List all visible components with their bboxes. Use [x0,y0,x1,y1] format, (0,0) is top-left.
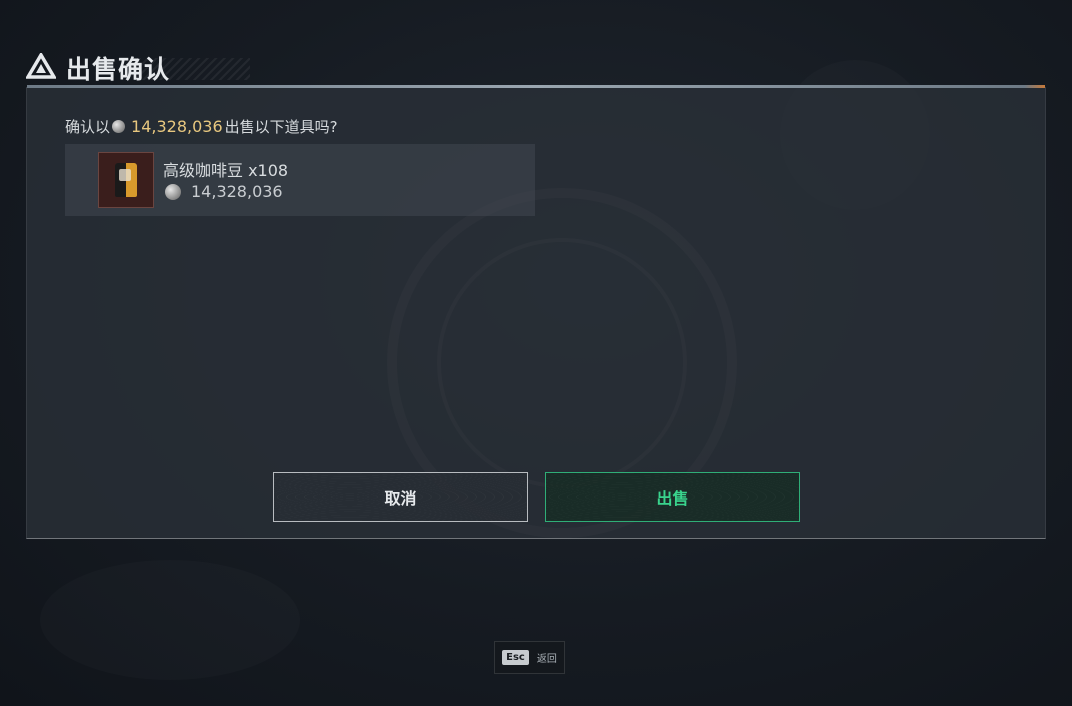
sell-button[interactable]: 出售 [545,472,800,522]
dialog-title: 出售确认 [66,55,171,84]
silver-coin-icon [112,120,126,133]
item-price: 14,328,036 [165,182,283,201]
item-price-value: 14,328,036 [191,182,283,201]
cancel-button-label: 取消 [384,489,417,508]
prompt-prefix: 确认以 [65,118,111,136]
confirm-prompt: 确认以 14,328,036 出售以下道具吗? [65,116,338,137]
esc-label: 返回 [536,654,557,665]
panel-top-border [27,85,1045,88]
item-thumbnail [98,152,154,208]
dialog-header: 出售确认 [24,48,171,88]
sell-button-label: 出售 [656,489,689,508]
prompt-amount: 14,328,036 [131,117,223,136]
esc-key-badge: Esc [502,650,529,665]
background-decoration [40,560,300,680]
silver-coin-icon [165,183,181,200]
esc-back-button[interactable]: Esc 返回 [494,641,565,674]
prompt-suffix: 出售以下道具吗? [224,118,338,136]
triangle-logo-icon [24,51,58,83]
sell-confirm-panel: 确认以 14,328,036 出售以下道具吗? 高级咖啡豆 x108 14,32… [26,85,1046,539]
item-name: 高级咖啡豆 x108 [163,161,289,180]
item-card: 高级咖啡豆 x108 14,328,036 [65,144,535,216]
cancel-button[interactable]: 取消 [273,472,528,522]
background-emblem-inner [437,238,687,488]
coffee-bean-bag-icon [115,163,137,197]
